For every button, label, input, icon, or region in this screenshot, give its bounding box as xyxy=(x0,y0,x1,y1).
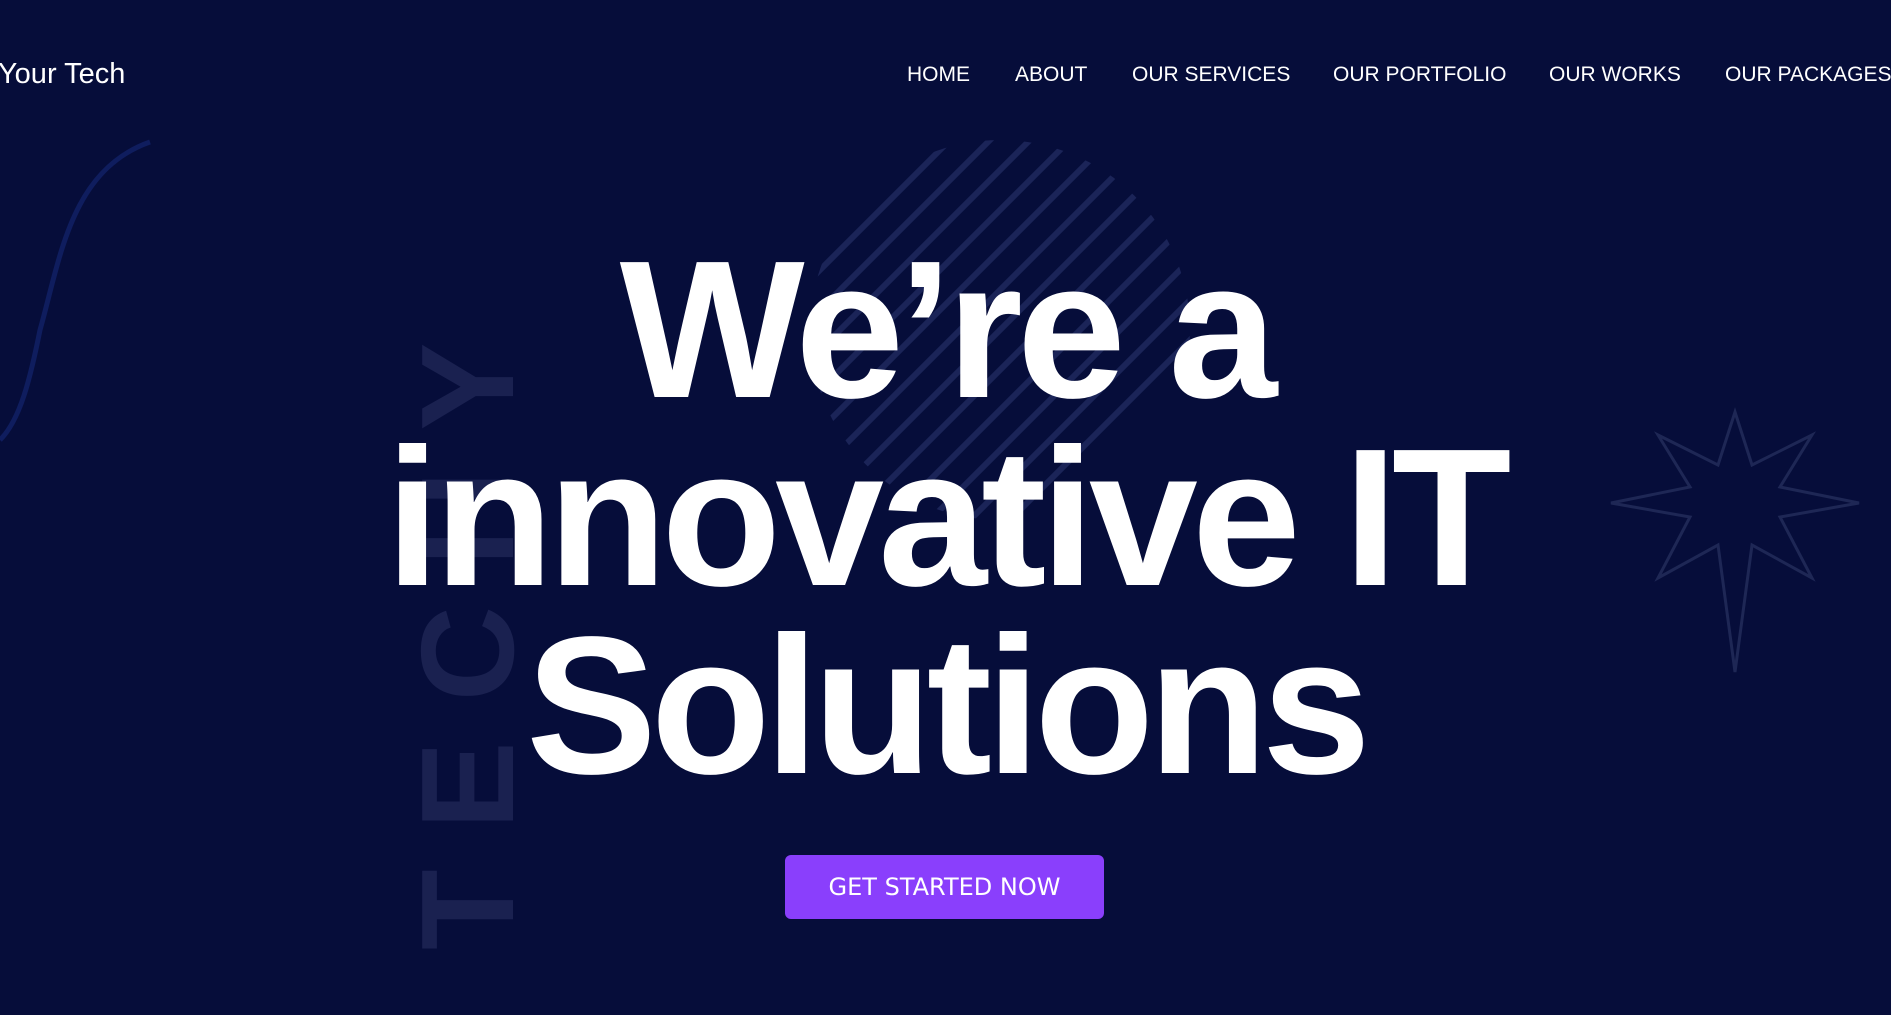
nav-our-portfolio[interactable]: OUR PORTFOLIO xyxy=(1333,63,1506,87)
main-navigation: HOME ABOUT OUR SERVICES OUR PORTFOLIO OU… xyxy=(0,63,1891,93)
nav-our-works[interactable]: OUR WORKS xyxy=(1549,63,1681,87)
nav-our-packages[interactable]: OUR PACKAGES xyxy=(1725,63,1891,87)
hero-headline-line-3: Solutions xyxy=(526,596,1371,815)
nav-our-services[interactable]: OUR SERVICES xyxy=(1132,63,1290,87)
nav-about[interactable]: ABOUT xyxy=(1015,63,1087,87)
hero-headline-line-2: innovative IT xyxy=(385,408,1511,627)
get-started-button[interactable]: GET STARTED NOW xyxy=(785,855,1104,919)
nav-home[interactable]: HOME xyxy=(907,63,970,87)
hero-headline: We’re a innovative IT Solutions xyxy=(0,220,1891,815)
hero-headline-line-1: We’re a xyxy=(619,220,1278,439)
landing-page: TECHY Your Tech HOME ABOUT OUR SERVICES … xyxy=(0,0,1891,1015)
